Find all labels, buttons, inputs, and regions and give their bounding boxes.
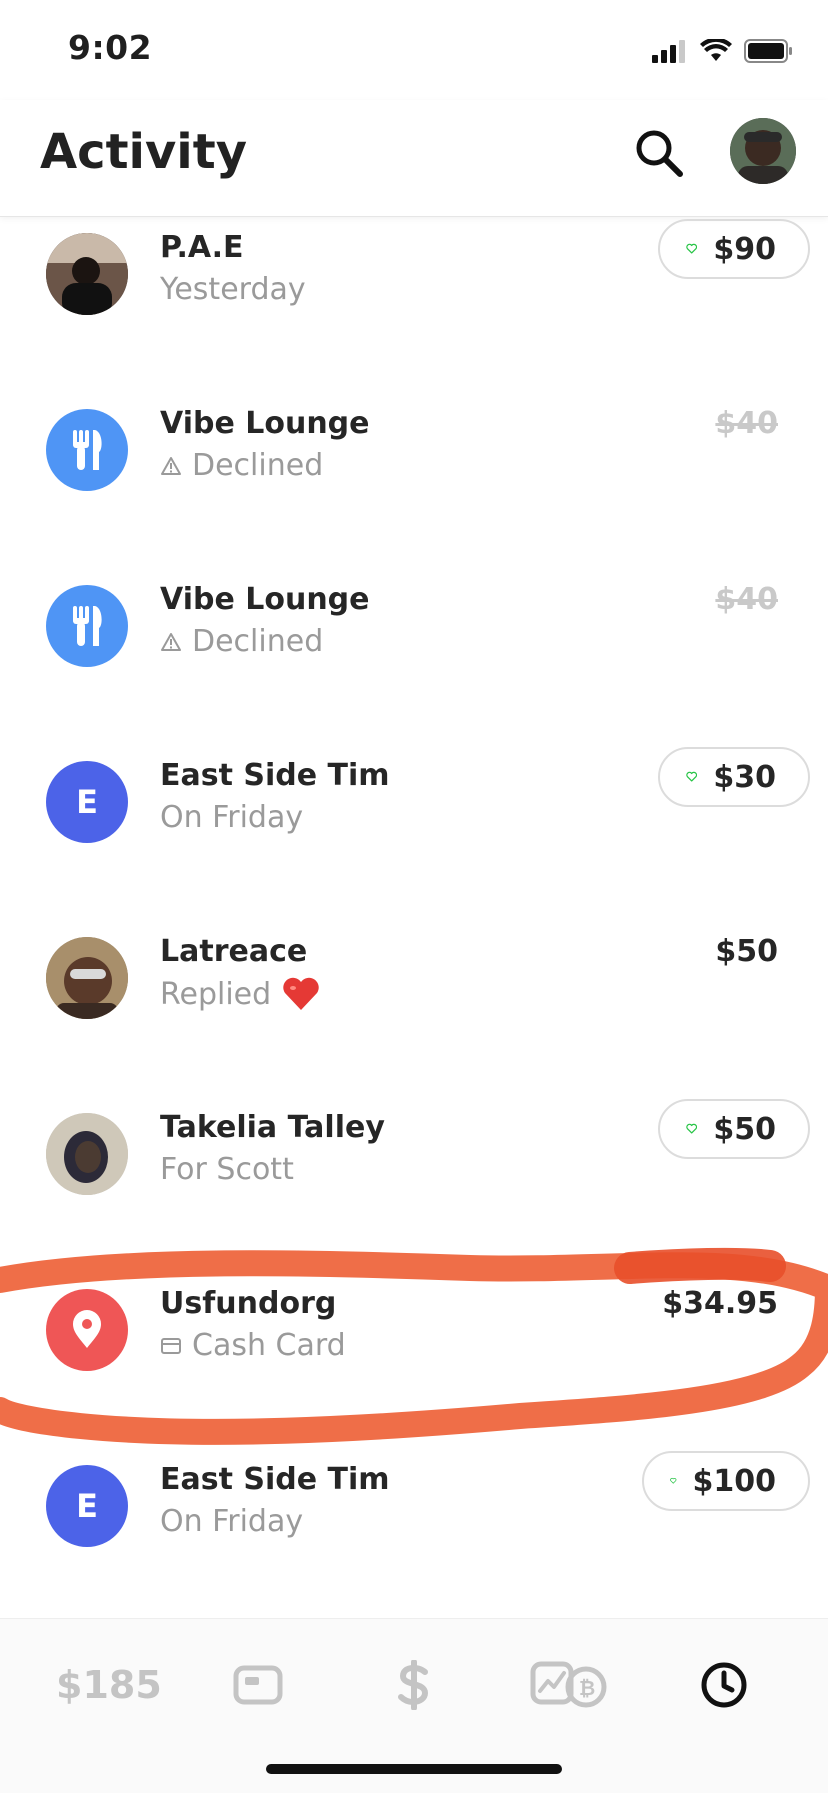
tab-activity[interactable] bbox=[696, 1653, 752, 1717]
battery-icon bbox=[744, 39, 792, 63]
subtitle-text: For Scott bbox=[160, 1152, 294, 1187]
status-bar: 9:02 bbox=[0, 0, 828, 100]
amount: $40 bbox=[715, 582, 778, 617]
tab-card[interactable] bbox=[230, 1653, 286, 1717]
contact-name: P.A.E bbox=[160, 230, 244, 265]
subtitle-text: Cash Card bbox=[192, 1328, 346, 1363]
tab-balance[interactable]: $185 bbox=[56, 1653, 162, 1717]
subtitle-text: On Friday bbox=[160, 1504, 304, 1539]
activity-subtitle: Declined bbox=[160, 624, 323, 659]
amount-pill[interactable]: $50 bbox=[658, 1099, 810, 1159]
amount: $100 bbox=[692, 1463, 777, 1499]
contact-photo bbox=[46, 233, 128, 315]
activity-row[interactable]: Vibe Lounge Declined $40 bbox=[0, 394, 828, 570]
dollar-sign-icon bbox=[398, 1660, 429, 1710]
amount: $50 bbox=[715, 934, 778, 969]
warning-icon bbox=[161, 456, 181, 475]
activity-subtitle: Cash Card bbox=[160, 1328, 346, 1363]
merchant-name: Usfundorg bbox=[160, 1286, 337, 1321]
activity-subtitle: On Friday bbox=[160, 1504, 303, 1539]
wifi-icon bbox=[700, 39, 732, 61]
page-title: Activity bbox=[40, 124, 247, 180]
merchant-name: Vibe Lounge bbox=[160, 582, 370, 617]
activity-subtitle: For Scott bbox=[160, 1152, 294, 1187]
avatar: E bbox=[46, 761, 128, 843]
location-pin-icon bbox=[73, 1310, 101, 1348]
avatar bbox=[46, 937, 128, 1019]
header: Activity bbox=[0, 100, 828, 217]
activity-row[interactable]: Latreace Replied $50 bbox=[0, 922, 828, 1098]
red-heart-icon bbox=[283, 977, 319, 1010]
cash-card-icon bbox=[233, 1665, 283, 1705]
heart-outline-icon bbox=[670, 1478, 677, 1484]
activity-row[interactable]: Takelia Talley For Scott $50 bbox=[0, 1098, 828, 1274]
clock-icon bbox=[701, 1662, 747, 1708]
activity-list: P.A.E Yesterday $90 Vibe Lounge Declined… bbox=[0, 218, 828, 1618]
tab-investing[interactable]: ₿ bbox=[530, 1653, 610, 1717]
amount-pill[interactable]: $100 bbox=[642, 1451, 810, 1511]
avatar-initial: E bbox=[76, 1487, 98, 1525]
avatar bbox=[46, 1289, 128, 1371]
subtitle-text: On Friday bbox=[160, 800, 304, 835]
contact-name: Latreace bbox=[160, 934, 308, 969]
heart-outline-icon bbox=[686, 1123, 698, 1134]
restaurant-icon bbox=[73, 430, 102, 470]
amount: $40 bbox=[715, 406, 778, 441]
merchant-name: Vibe Lounge bbox=[160, 406, 370, 441]
subtitle-text: Declined bbox=[192, 448, 324, 483]
cellular-signal-icon bbox=[652, 40, 685, 63]
contact-photo bbox=[46, 937, 128, 1019]
card-icon bbox=[161, 1337, 181, 1354]
contact-photo bbox=[46, 1113, 128, 1195]
activity-row[interactable]: E East Side Tim On Friday $100 bbox=[0, 1450, 828, 1618]
heart-outline-icon bbox=[686, 243, 698, 254]
amount: $50 bbox=[713, 1111, 776, 1147]
subtitle-text: Replied bbox=[160, 976, 272, 1012]
avatar bbox=[46, 233, 128, 315]
activity-row[interactable]: Usfundorg Cash Card $34.95 bbox=[0, 1274, 828, 1450]
restaurant-icon bbox=[73, 606, 102, 646]
amount: $34.95 bbox=[662, 1286, 778, 1321]
activity-row[interactable]: Vibe Lounge Declined $40 bbox=[0, 570, 828, 746]
contact-name: East Side Tim bbox=[160, 1462, 390, 1497]
activity-subtitle: On Friday bbox=[160, 800, 303, 835]
avatar: E bbox=[46, 1465, 128, 1547]
svg-text:₿: ₿ bbox=[579, 1676, 595, 1700]
contact-name: East Side Tim bbox=[160, 758, 390, 793]
activity-subtitle: Yesterday bbox=[160, 272, 306, 307]
subtitle-text: Declined bbox=[192, 624, 324, 659]
search-button[interactable] bbox=[630, 124, 690, 184]
contact-name: Takelia Talley bbox=[160, 1110, 385, 1145]
activity-subtitle: Replied bbox=[160, 976, 321, 1012]
avatar bbox=[46, 409, 128, 491]
system-icons bbox=[652, 34, 794, 68]
investing-bitcoin-icon: ₿ bbox=[530, 1661, 607, 1708]
heart-outline-icon bbox=[686, 771, 698, 782]
activity-subtitle: Declined bbox=[160, 448, 323, 483]
subtitle-text: Yesterday bbox=[160, 272, 306, 307]
avatar-initial: E bbox=[76, 783, 98, 821]
profile-photo bbox=[730, 118, 796, 184]
warning-icon bbox=[161, 632, 181, 651]
search-icon bbox=[636, 130, 683, 177]
activity-row[interactable]: P.A.E Yesterday $90 bbox=[0, 218, 828, 394]
amount: $90 bbox=[713, 231, 776, 267]
amount: $30 bbox=[713, 759, 776, 795]
activity-row[interactable]: E East Side Tim On Friday $30 bbox=[0, 746, 828, 922]
home-indicator bbox=[266, 1764, 562, 1774]
avatar bbox=[46, 585, 128, 667]
amount-pill[interactable]: $90 bbox=[658, 219, 810, 279]
avatar bbox=[46, 1113, 128, 1195]
tab-pay[interactable] bbox=[386, 1653, 442, 1717]
amount-pill[interactable]: $30 bbox=[658, 747, 810, 807]
profile-avatar[interactable] bbox=[730, 118, 796, 184]
status-time: 9:02 bbox=[68, 28, 153, 67]
